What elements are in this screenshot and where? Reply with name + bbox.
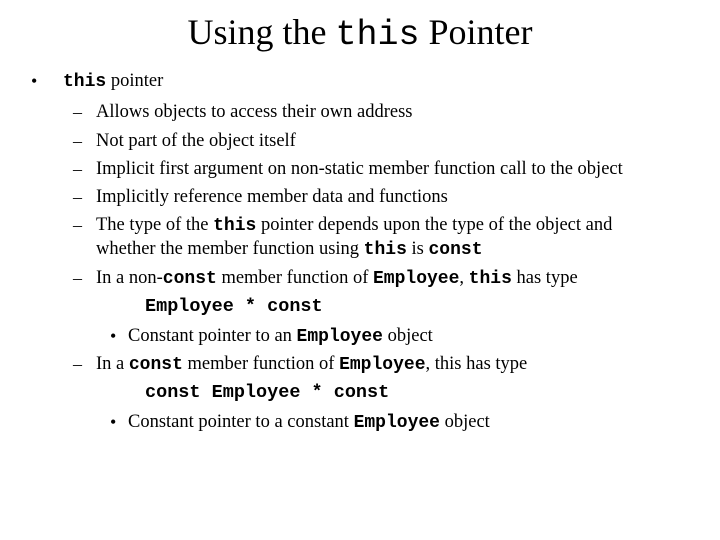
- text-segment: whether the member function using: [96, 239, 364, 259]
- dash-marker: –: [73, 268, 82, 288]
- dash-marker: –: [73, 102, 82, 122]
- title-prefix: Using the: [187, 12, 336, 52]
- dash-marker: –: [73, 159, 82, 179]
- slide-title: Using the this Pointer: [0, 8, 720, 59]
- bullet-this-pointer: this pointer: [63, 69, 163, 94]
- title-code: this: [335, 15, 420, 55]
- bullet-marker: •: [110, 326, 117, 346]
- text-segment: has type: [511, 268, 578, 288]
- const-case: In a const member function of Employee, …: [96, 352, 527, 377]
- code-employee: Employee: [373, 269, 460, 289]
- sub-item-not-part: Not part of the object itself: [96, 131, 296, 151]
- code-employee: Employee: [353, 413, 440, 433]
- sub-item-implicit-argument: Implicit first argument on non-static me…: [96, 159, 623, 179]
- code-const: const: [428, 240, 483, 260]
- bullet-text: pointer: [106, 71, 164, 91]
- dash-marker: –: [73, 354, 82, 374]
- text-segment: Constant pointer to an: [128, 326, 297, 346]
- const-note: Constant pointer to a constant Employee …: [128, 410, 490, 435]
- non-const-case: In a non-const member function of Employ…: [96, 266, 578, 291]
- dash-marker: –: [73, 131, 82, 151]
- code-this: this: [63, 72, 107, 92]
- text-segment: member function of: [182, 354, 340, 374]
- text-segment: The type of the: [96, 215, 214, 235]
- sub-item-implicit-reference: Implicitly reference member data and fun…: [96, 187, 448, 207]
- bullet-marker: •: [31, 71, 38, 91]
- text-segment: In a: [96, 354, 129, 374]
- text-segment: is: [406, 239, 429, 259]
- bullet-marker: •: [110, 412, 117, 432]
- text-segment: , this has type: [425, 354, 528, 374]
- code-const: const: [162, 269, 217, 289]
- code-const: const: [128, 355, 183, 375]
- code-employee: Employee: [296, 327, 383, 347]
- dash-marker: –: [73, 187, 82, 207]
- const-type-code: const Employee * const: [145, 382, 390, 403]
- code-this: this: [363, 240, 407, 260]
- text-segment: In a non-: [96, 268, 163, 288]
- sub-item-type-of-this-continued: whether the member function using this i…: [96, 237, 483, 262]
- text-segment: object: [382, 326, 433, 346]
- text-segment: ,: [459, 268, 469, 288]
- title-suffix: Pointer: [419, 12, 533, 52]
- code-this: this: [213, 216, 257, 236]
- sub-item-type-of-this: The type of the this pointer depends upo…: [96, 213, 612, 238]
- text-segment: member function of: [216, 268, 373, 288]
- text-segment: pointer depends upon the type of the obj…: [256, 215, 613, 235]
- dash-marker: –: [73, 215, 82, 235]
- text-segment: object: [439, 412, 490, 432]
- code-employee: Employee: [339, 355, 426, 375]
- sub-item-address: Allows objects to access their own addre…: [96, 102, 413, 122]
- text-segment: Constant pointer to a constant: [128, 412, 354, 432]
- non-const-note: Constant pointer to an Employee object: [128, 324, 433, 349]
- code-this: this: [468, 269, 512, 289]
- non-const-type-code: Employee * const: [145, 296, 323, 317]
